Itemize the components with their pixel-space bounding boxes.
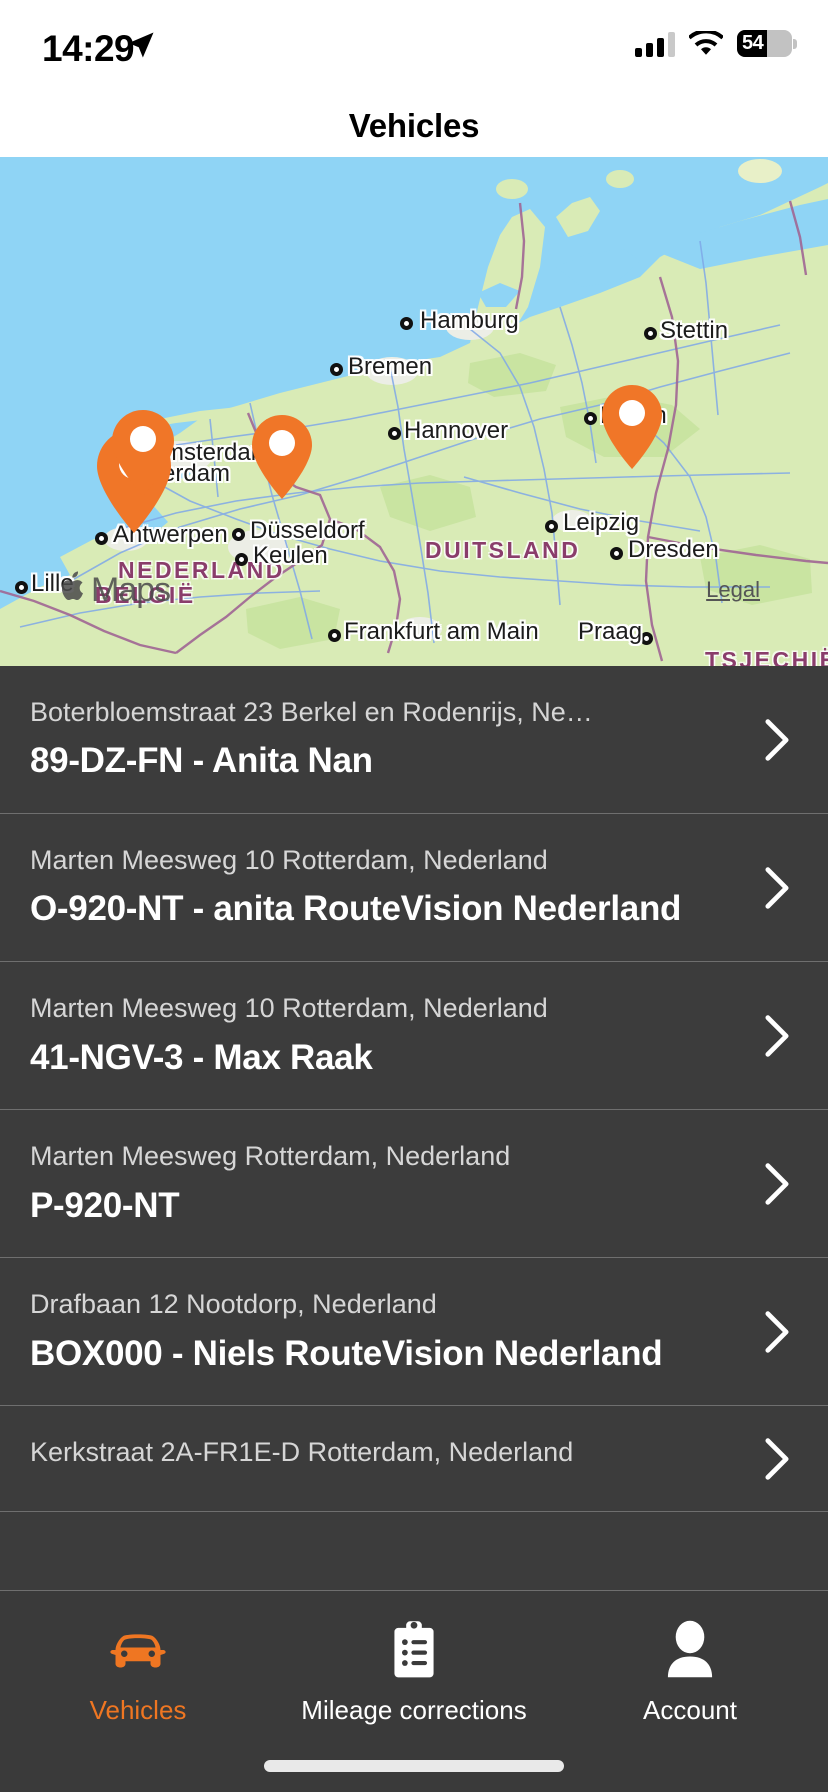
map-city-label: Praag [578, 618, 643, 645]
tab-account-label: Account [643, 1695, 737, 1725]
apple-maps-attribution: Maps [62, 571, 171, 610]
tab-vehicles[interactable]: Vehicles [0, 1619, 276, 1726]
map-city-dot [644, 327, 657, 340]
chevron-right-icon [764, 718, 790, 762]
map-city-dot [95, 532, 108, 545]
cellular-bars-icon [635, 31, 675, 57]
list-item[interactable]: Marten Meesweg 10 Rotterdam, Nederland O… [0, 814, 828, 963]
map-city-label: Hamburg [420, 307, 519, 334]
chevron-right-icon [764, 1162, 790, 1206]
map-city-label: Bremen [348, 353, 433, 380]
map-city-label: Keulen [253, 542, 328, 569]
battery-icon: 54 [737, 30, 797, 57]
map-city-dot [610, 547, 623, 560]
list-item-title: 41-NGV-3 - Max Raak [30, 1037, 373, 1077]
map-city-label: Hannover [404, 417, 509, 444]
list-item[interactable]: Marten Meesweg Rotterdam, Nederland P-92… [0, 1110, 828, 1259]
map-city-label: Frankfurt am Main [344, 618, 539, 645]
list-item-text: Marten Meesweg Rotterdam, Nederland P-92… [30, 1140, 744, 1227]
list-item[interactable]: Boterbloemstraat 23 Berkel en Rodenrijs,… [0, 666, 828, 815]
map-city-label: Stettin [660, 317, 729, 344]
chevron-right-icon [764, 1310, 790, 1354]
list-item-address: Marten Meesweg Rotterdam, Nederland [30, 1141, 511, 1172]
clipboard-icon [389, 1619, 439, 1681]
app-screen: 14:29 54 Vehicles NEDERLAND DUITSLAND BE… [0, 0, 828, 1792]
map-region-label: DUITSLAND [425, 537, 581, 563]
map-city-dot [388, 427, 401, 440]
list-item[interactable]: Kerkstraat 2A-FR1E-D Rotterdam, Nederlan… [0, 1406, 828, 1512]
location-arrow-icon [126, 30, 156, 60]
map-legal-link[interactable]: Legal [706, 577, 760, 603]
map-city-dot [328, 629, 341, 642]
tab-mileage-corrections-label: Mileage corrections [301, 1695, 527, 1725]
person-icon [664, 1619, 716, 1681]
map-region-label: TSJECHIË [705, 647, 828, 666]
home-indicator[interactable] [264, 1760, 564, 1772]
list-item[interactable]: Marten Meesweg 10 Rotterdam, Nederland 4… [0, 962, 828, 1111]
map-city-label: Dresden [628, 536, 719, 563]
map-view[interactable]: NEDERLAND DUITSLAND BELGIË TSJECHIË Hamb… [0, 157, 828, 666]
list-item[interactable]: Drafbaan 12 Nootdorp, Nederland BOX000 -… [0, 1258, 828, 1407]
battery-percent-label: 54 [742, 32, 764, 54]
tab-mileage-corrections[interactable]: Mileage corrections [276, 1619, 552, 1726]
chevron-right-icon [764, 1437, 790, 1481]
vehicle-list[interactable]: Boterbloemstraat 23 Berkel en Rodenrijs,… [0, 666, 828, 1590]
tab-account[interactable]: Account [552, 1619, 828, 1726]
status-bar: 14:29 54 [0, 0, 828, 95]
list-item-text: Marten Meesweg 10 Rotterdam, Nederland 4… [30, 992, 744, 1079]
list-item-address: Kerkstraat 2A-FR1E-D Rotterdam, Nederlan… [30, 1437, 574, 1468]
list-item-title: O-920-NT - anita RouteVision Nederland [30, 889, 682, 929]
status-bar-time: 14:29 [42, 28, 135, 69]
map-city-dot [400, 317, 413, 330]
map-city-dot [584, 412, 597, 425]
list-item-title: 89-DZ-FN - Anita Nan [30, 741, 373, 781]
tab-bar: Vehicles Mileage corrections Account [0, 1590, 828, 1792]
list-item-address: Marten Meesweg 10 Rotterdam, Nederland [30, 845, 548, 876]
map-city-dot [545, 520, 558, 533]
list-item-address: Boterbloemstraat 23 Berkel en Rodenrijs,… [30, 697, 593, 727]
list-item-address: Drafbaan 12 Nootdorp, Nederland [30, 1289, 437, 1320]
list-item-text: Kerkstraat 2A-FR1E-D Rotterdam, Nederlan… [30, 1436, 744, 1480]
list-item-text: Marten Meesweg 10 Rotterdam, Nederland O… [30, 844, 744, 931]
page-title: Vehicles [348, 107, 480, 144]
list-item-text: Boterbloemstraat 23 Berkel en Rodenrijs,… [30, 696, 744, 783]
apple-logo-icon [62, 571, 88, 607]
apple-maps-label: Maps [91, 571, 171, 609]
map-city-label: Leipzig [563, 509, 640, 536]
chevron-right-icon [764, 866, 790, 910]
navigation-bar: Vehicles [0, 95, 828, 157]
map-city-dot [232, 528, 245, 541]
tab-vehicles-label: Vehicles [89, 1695, 187, 1725]
map-city-label: Düsseldorf [250, 517, 365, 544]
map-city-dot [330, 363, 343, 376]
list-item-text: Drafbaan 12 Nootdorp, Nederland BOX000 -… [30, 1288, 744, 1375]
wifi-icon [687, 28, 725, 57]
list-item-title: BOX000 - Niels RouteVision Nederland [30, 1333, 663, 1373]
map-city-dot [235, 553, 248, 566]
chevron-right-icon [764, 1014, 790, 1058]
status-bar-indicators: 54 [635, 28, 797, 57]
map-city-dot [15, 581, 28, 594]
car-icon [108, 1619, 168, 1681]
list-item-address: Marten Meesweg 10 Rotterdam, Nederland [30, 993, 548, 1024]
list-item-title: P-920-NT [30, 1185, 180, 1225]
